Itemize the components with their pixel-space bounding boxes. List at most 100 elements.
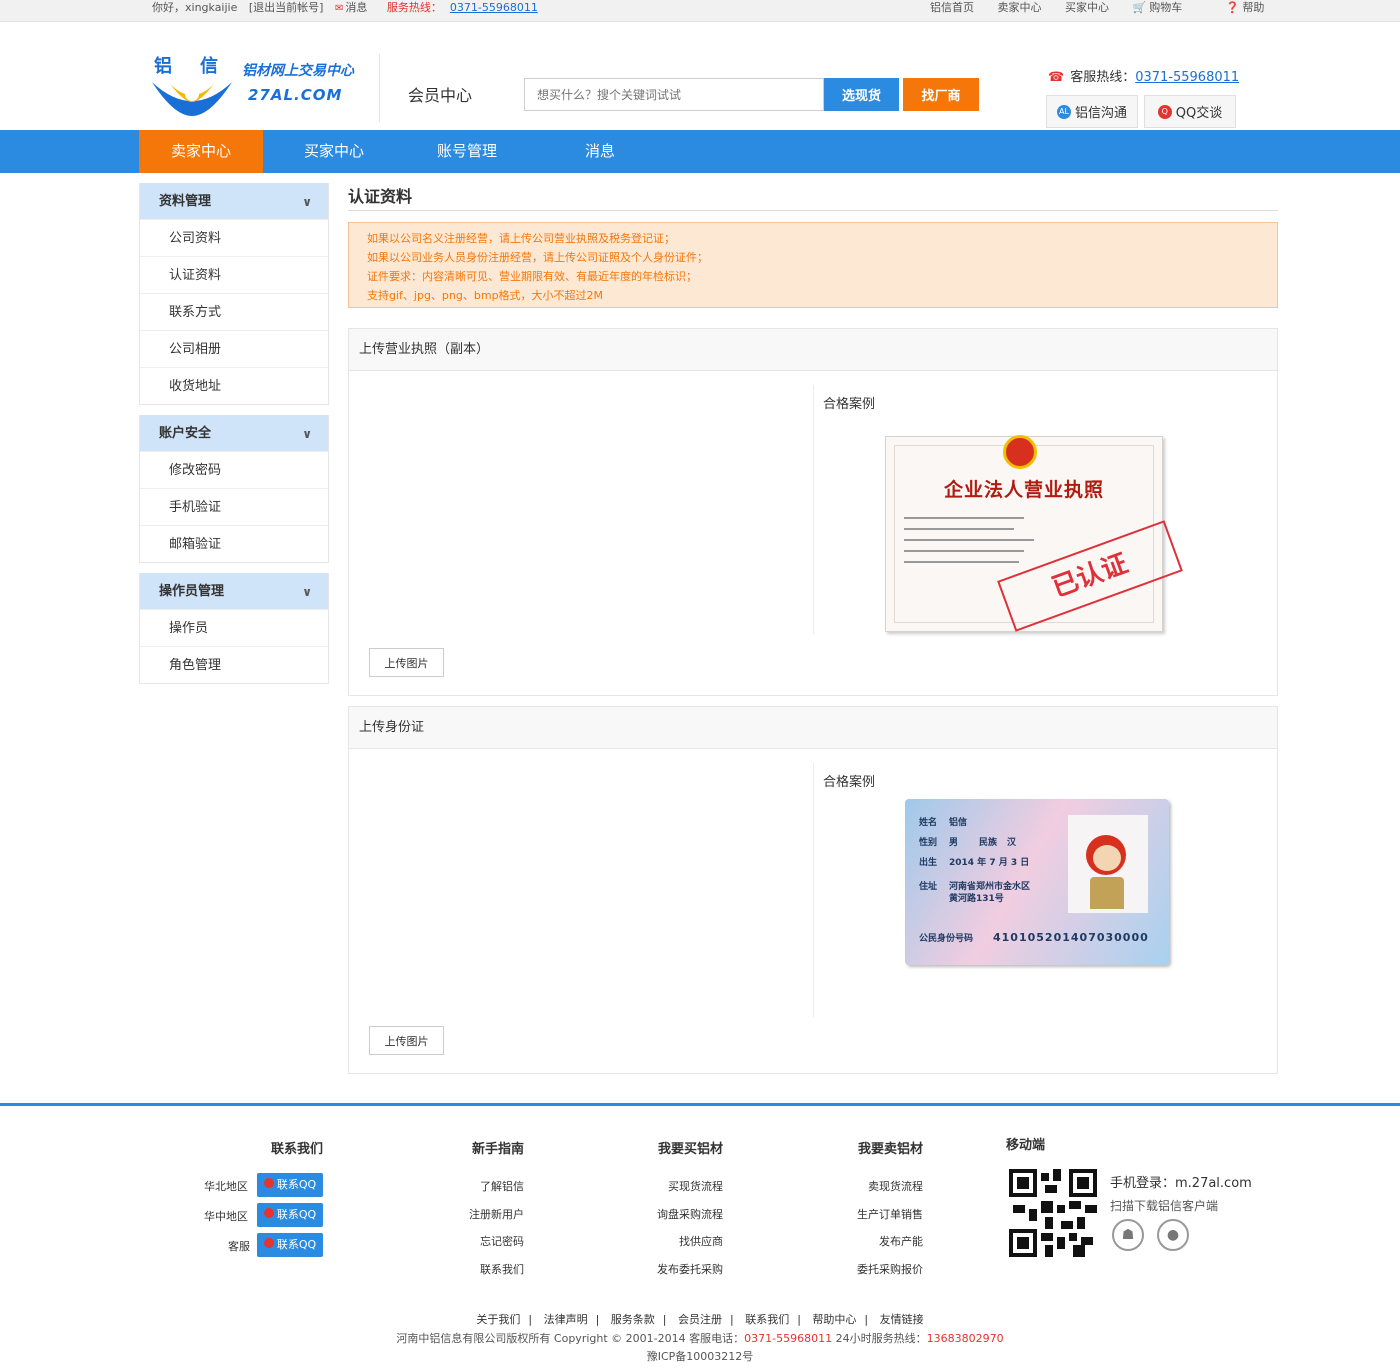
upload-id-button[interactable]: 上传图片 bbox=[369, 1026, 444, 1055]
contact-qq-button[interactable]: 联系QQ bbox=[257, 1233, 323, 1257]
footer-link[interactable]: 联系我们 bbox=[745, 1313, 789, 1326]
service-number-link[interactable]: 0371-55968011 bbox=[1135, 70, 1239, 85]
qq-chat-button[interactable]: Q QQ交谈 bbox=[1144, 95, 1236, 128]
sidebar-group-security: 账户安全 ∨ 修改密码 手机验证 邮箱验证 bbox=[139, 415, 329, 563]
footer-link[interactable]: 买现货流程 bbox=[668, 1178, 723, 1194]
footer-link[interactable]: 询盘采购流程 bbox=[657, 1206, 723, 1222]
footer-link[interactable]: 委托采购报价 bbox=[857, 1261, 923, 1277]
notice-line: 如果以公司业务人员身份注册经营，请上传公司证照及个人身份证件； bbox=[367, 251, 708, 264]
footer-link[interactable]: 注册新用户 bbox=[469, 1206, 524, 1222]
footer-link[interactable]: 联系我们 bbox=[480, 1261, 524, 1277]
sidebar-item-certification[interactable]: 认证资料 bbox=[140, 256, 328, 293]
topbar-right: 铝信首页 卖家中心 买家中心 🛒 购物车 ❓ 帮助 bbox=[930, 0, 1304, 16]
nav-account-management[interactable]: 账号管理 bbox=[405, 130, 529, 173]
id-number: 410105201407030000 bbox=[993, 931, 1149, 944]
license-upload-panel: 上传营业执照（副本） 合格案例 企业法人营业执照 已认证 上传图片 bbox=[348, 328, 1278, 696]
upload-license-button[interactable]: 上传图片 bbox=[369, 648, 444, 677]
id-photo-mascot bbox=[1068, 815, 1148, 913]
footer-link[interactable]: 生产订单销售 bbox=[857, 1206, 923, 1222]
sidebar-item-operator[interactable]: 操作员 bbox=[140, 609, 328, 646]
topbar-link-seller[interactable]: 卖家中心 bbox=[998, 1, 1042, 14]
contact-qq-button[interactable]: 联系QQ bbox=[257, 1203, 323, 1227]
android-icon[interactable]: ☗ bbox=[1112, 1219, 1144, 1251]
nav-seller-center[interactable]: 卖家中心 bbox=[139, 130, 263, 173]
main-nav: 卖家中心 买家中心 账号管理 消息 bbox=[0, 130, 1400, 173]
phone-icon: ☎ bbox=[1048, 70, 1065, 85]
footer-link[interactable]: 找供应商 bbox=[679, 1233, 723, 1249]
sidebar-item-address[interactable]: 收货地址 bbox=[140, 367, 328, 404]
qq-icon bbox=[263, 1238, 274, 1248]
apple-icon[interactable]: ● bbox=[1157, 1219, 1189, 1251]
sidebar-group-profile: 资料管理 ∨ 公司资料 认证资料 联系方式 公司相册 收货地址 bbox=[139, 183, 329, 405]
header-divider bbox=[379, 54, 380, 122]
help-icon: ❓ bbox=[1225, 1, 1240, 14]
customer-service-hotline: ☎ 客服热线：0371-55968011 bbox=[1048, 70, 1240, 85]
mobile-login-text: 手机登录：m.27al.com bbox=[1110, 1176, 1252, 1191]
footer-title: 移动端 bbox=[1006, 1138, 1046, 1153]
license-title: 企业法人营业执照 bbox=[943, 479, 1104, 501]
sidebar-item-role-management[interactable]: 角色管理 bbox=[140, 646, 328, 683]
sidebar-item-album[interactable]: 公司相册 bbox=[140, 330, 328, 367]
sidebar-item-contact[interactable]: 联系方式 bbox=[140, 293, 328, 330]
footer-divider bbox=[0, 1103, 1400, 1106]
sample-label: 合格案例 bbox=[823, 397, 876, 412]
sidebar-item-change-password[interactable]: 修改密码 bbox=[140, 451, 328, 488]
sample-id-card-image: 姓名 铝信 性别 男 民族 汉 出生 2014 年 7 月 3 日 住址 河南省… bbox=[905, 799, 1169, 965]
footer-link[interactable]: 法律声明 bbox=[544, 1313, 588, 1326]
main-content: 认证资料 如果以公司名义注册经营，请上传公司营业执照及税务登记证； 如果以公司业… bbox=[348, 183, 1278, 1074]
notice-line: 支持gif、jpg、png、bmp格式，大小不超过2M bbox=[367, 289, 604, 302]
topbar-left: 你好，xingkaijie [退出当前帐号] ✉ 消息 服务热线： 0371-559… bbox=[152, 0, 546, 17]
nav-buyer-center[interactable]: 买家中心 bbox=[272, 130, 396, 173]
member-center-title: 会员中心 bbox=[408, 86, 473, 105]
sidebar-group-header[interactable]: 操作员管理 ∨ bbox=[140, 573, 328, 609]
footer-links: 关于我们 | 法律声明 | 服务条款 | 会员注册 | 联系我们 | 帮助中心 | 友情链接 bbox=[476, 1313, 924, 1326]
cart-icon: 🛒 bbox=[1132, 1, 1147, 14]
sidebar-item-company-info[interactable]: 公司资料 bbox=[140, 219, 328, 256]
national-emblem-icon bbox=[1003, 435, 1037, 469]
chevron-down-icon: ∨ bbox=[302, 427, 312, 441]
qq-icon bbox=[263, 1178, 274, 1188]
logo-handshake-icon bbox=[152, 82, 232, 116]
sidebar-group-header[interactable]: 账户安全 ∨ bbox=[140, 415, 328, 451]
logout-link[interactable]: [退出当前帐号] bbox=[249, 1, 324, 14]
top-bar: 你好，xingkaijie [退出当前帐号] ✉ 消息 服务热线： 0371-559… bbox=[0, 0, 1400, 22]
site-logo[interactable]: 铝信 铝材网上交易中心 27AL.COM bbox=[150, 52, 360, 124]
footer-link[interactable]: 发布委托采购 bbox=[657, 1261, 723, 1277]
footer-link[interactable]: 会员注册 bbox=[678, 1313, 722, 1326]
footer-title: 新手指南 bbox=[471, 1142, 524, 1157]
chevron-down-icon: ∨ bbox=[302, 195, 312, 209]
find-factory-button[interactable]: 找厂商 bbox=[903, 78, 979, 111]
search-input[interactable] bbox=[524, 78, 824, 111]
messages-link[interactable]: ✉ 消息 bbox=[335, 1, 375, 14]
footer-link[interactable]: 友情链接 bbox=[880, 1313, 924, 1326]
hotline-number-link[interactable]: 0371-55968011 bbox=[450, 1, 538, 14]
copyright: 河南中铝信息有限公司版权所有 Copyright © 2001-2014 客服电… bbox=[396, 1332, 1004, 1345]
lx-chat-button[interactable]: AL 铝信沟通 bbox=[1046, 95, 1138, 128]
footer-link[interactable]: 服务条款 bbox=[611, 1313, 655, 1326]
qq-icon: Q bbox=[1157, 104, 1172, 119]
panel-body: 合格案例 姓名 铝信 性别 男 民族 汉 出生 2014 年 7 月 3 日 住… bbox=[349, 749, 1277, 1073]
footer-title: 我要买铝材 bbox=[657, 1142, 723, 1157]
footer-link[interactable]: 忘记密码 bbox=[480, 1233, 524, 1249]
footer-link[interactable]: 帮助中心 bbox=[812, 1313, 856, 1326]
icp-number: 豫ICP备10003212号 bbox=[646, 1350, 754, 1363]
footer-link[interactable]: 关于我们 bbox=[476, 1313, 520, 1326]
footer-link[interactable]: 了解铝信 bbox=[480, 1178, 524, 1194]
select-goods-button[interactable]: 选现货 bbox=[824, 78, 899, 111]
nav-messages[interactable]: 消息 bbox=[538, 130, 662, 173]
notice-box: 如果以公司名义注册经营，请上传公司营业执照及税务登记证； 如果以公司业务人员身份… bbox=[348, 222, 1278, 308]
panel-divider bbox=[813, 763, 814, 1017]
topbar-link-help[interactable]: ❓ 帮助 bbox=[1226, 1, 1285, 14]
topbar-link-buyer[interactable]: 买家中心 bbox=[1065, 1, 1109, 14]
footer-link[interactable]: 发布产能 bbox=[879, 1233, 923, 1249]
topbar-link-cart[interactable]: 🛒 购物车 bbox=[1133, 1, 1203, 14]
topbar-link-home[interactable]: 铝信首页 bbox=[930, 1, 974, 14]
sidebar-item-phone-verify[interactable]: 手机验证 bbox=[140, 488, 328, 525]
footer-link[interactable]: 卖现货流程 bbox=[868, 1178, 923, 1194]
notice-line: 如果以公司名义注册经营，请上传公司营业执照及税务登记证； bbox=[367, 232, 675, 245]
sidebar-group-header[interactable]: 资料管理 ∨ bbox=[140, 183, 328, 219]
sidebar-item-email-verify[interactable]: 邮箱验证 bbox=[140, 525, 328, 562]
mail-icon: ✉ bbox=[334, 3, 344, 14]
contact-qq-button[interactable]: 联系QQ bbox=[257, 1173, 323, 1197]
logo-text: 铝信 bbox=[154, 56, 246, 77]
